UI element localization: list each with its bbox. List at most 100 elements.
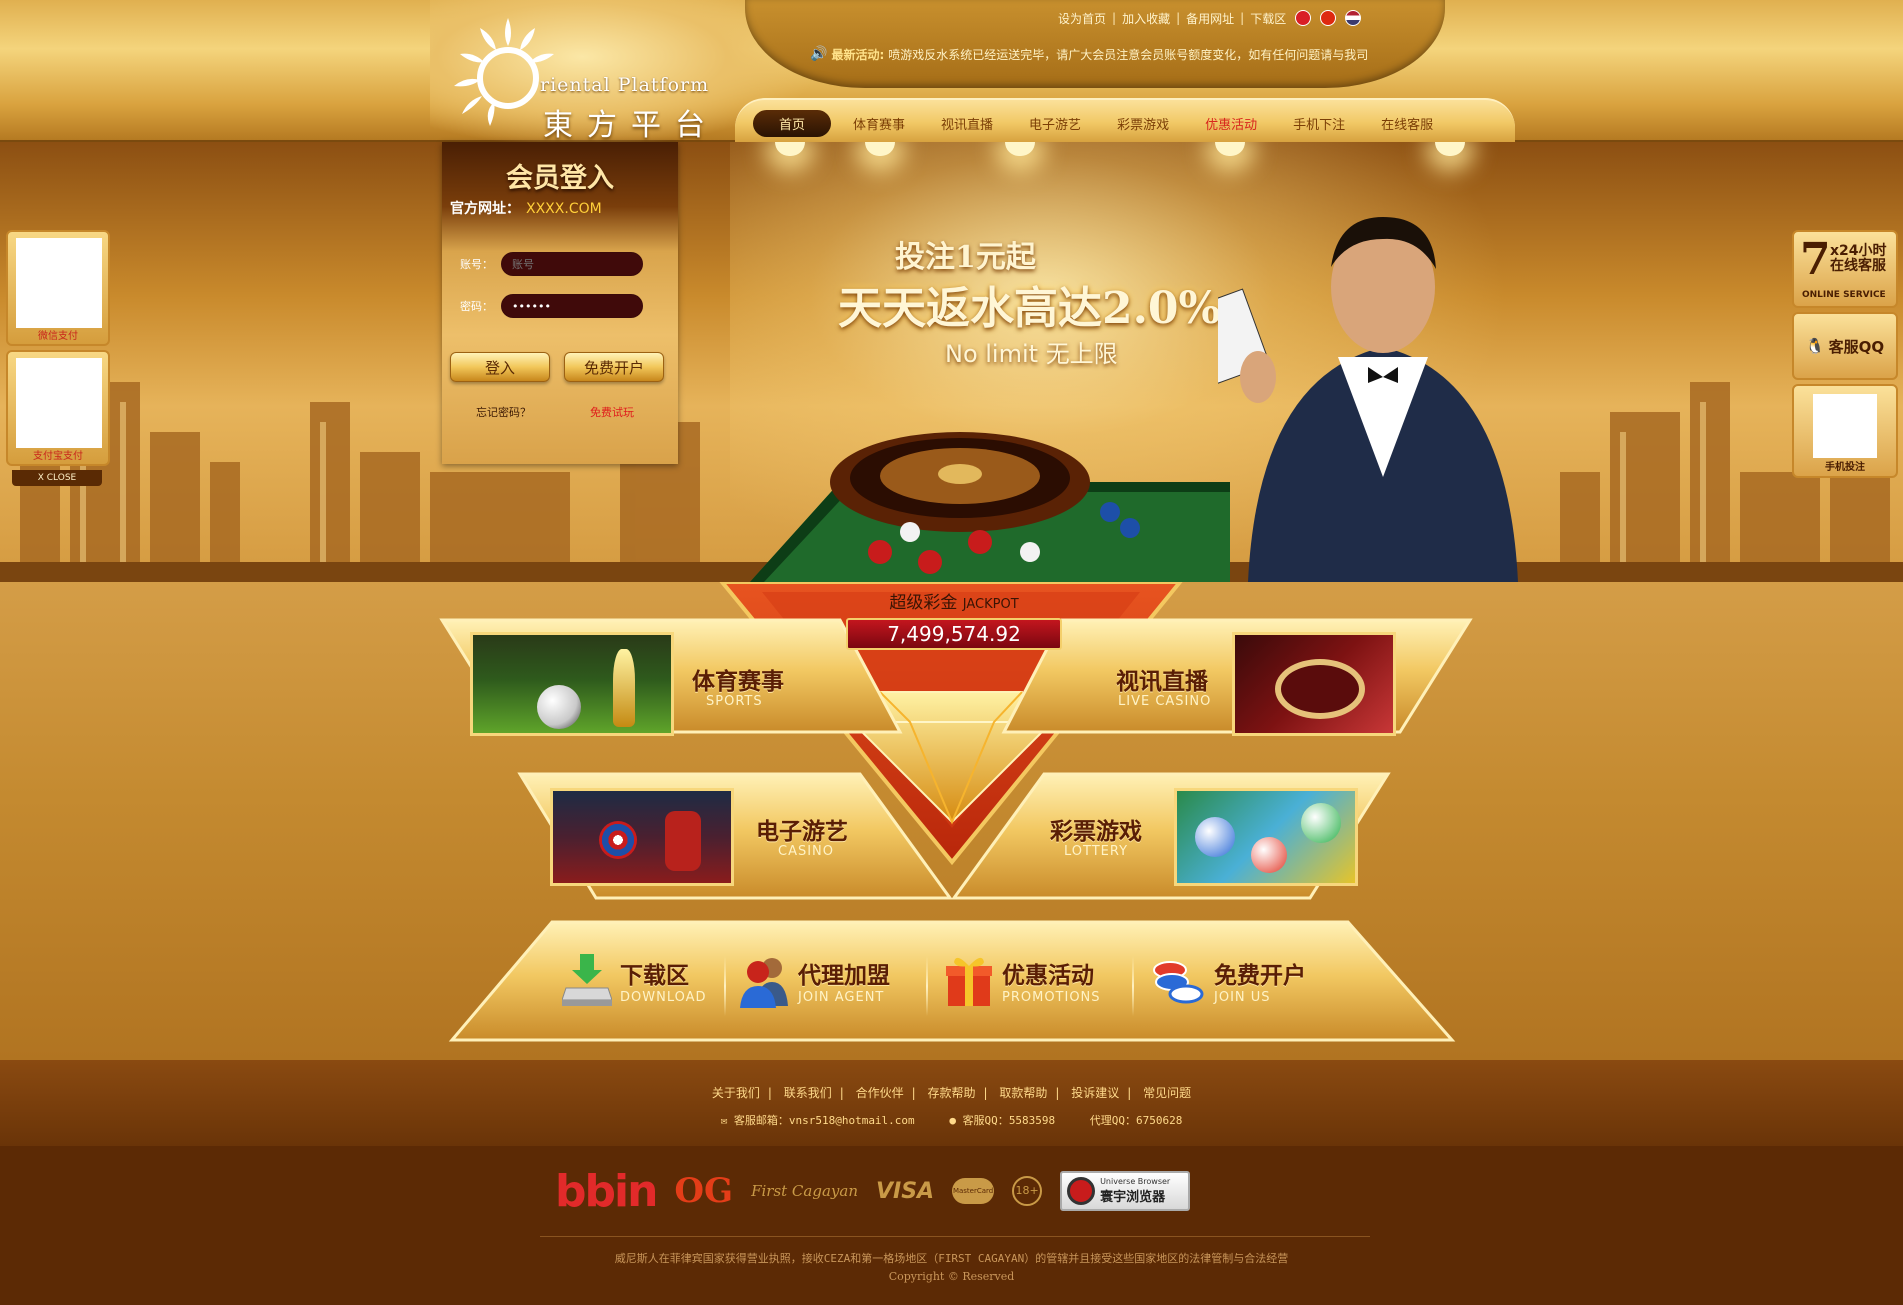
footer-bottom: bbin OG First Cagayan VISA MasterCard 18… <box>0 1146 1903 1305</box>
promotions-title: 优惠活动 <box>1002 962 1094 989</box>
free-account-button[interactable]: 免费开户 JOIN US <box>1150 950 1306 1010</box>
nav-promotions[interactable]: 优惠活动 <box>1205 114 1257 137</box>
footer-links: 关于我们 | 联系我们 | 合作伙伴 | 存款帮助 | 取款帮助 | 投诉建议 | 常见问题… <box>0 1060 1903 1146</box>
live-casino-panel[interactable]: 视讯直播 LIVE CASINO <box>1116 632 1446 736</box>
promo-rebate: 天天返水高达2.0% <box>838 283 1221 334</box>
nav-lottery[interactable]: 彩票游戏 <box>1117 114 1169 137</box>
footer-contact-link[interactable]: 联系我们 <box>784 1086 832 1100</box>
footer-partners-link[interactable]: 合作伙伴 <box>856 1086 904 1100</box>
qq-contact-value: 5583598 <box>1008 1114 1056 1127</box>
close-float-button[interactable]: X CLOSE <box>12 470 102 486</box>
browser-en: Universe Browser <box>1100 1177 1171 1186</box>
slots-subtitle: CASINO <box>778 844 835 859</box>
slots-panel[interactable]: 电子游艺 CASINO <box>550 788 890 888</box>
free-account-subtitle: JOIN US <box>1214 989 1271 1005</box>
free-trial-link[interactable]: 免费试玩 <box>590 404 634 420</box>
backup-url-link[interactable]: 备用网址 <box>1186 10 1234 27</box>
sports-panel[interactable]: 体育赛事 SPORTS <box>470 632 870 736</box>
email-value[interactable]: vnsr518@hotmail.com <box>789 1114 915 1127</box>
nav-live-casino[interactable]: 视讯直播 <box>941 114 993 137</box>
download-area-button[interactable]: 下载区 DOWNLOAD <box>562 950 707 1010</box>
free-account-title: 免费开户 <box>1214 962 1306 989</box>
wechat-pay-box[interactable]: 微信支付 <box>6 230 110 346</box>
nav-mobile[interactable]: 手机下注 <box>1293 114 1345 137</box>
nav-home[interactable]: 首页 <box>753 110 832 137</box>
marquee-label: 最新活动: <box>831 47 885 62</box>
online-service-box[interactable]: 7 x24小时 在线客服 ONLINE SERVICE <box>1792 230 1898 308</box>
lottery-ball-icon <box>1195 817 1235 857</box>
logo-chinese-text: 東方平台 <box>543 108 719 143</box>
jackpot-box: 超级彩金 JACKPOT 7,499,574.92 <box>820 582 1088 662</box>
mobile-qr-code <box>1813 394 1877 458</box>
us-flag-icon[interactable] <box>1345 10 1362 26</box>
mobile-qr-box[interactable]: 手机投注 <box>1792 384 1898 478</box>
iron-hero-icon <box>665 811 701 871</box>
footer-deposit-help-link[interactable]: 存款帮助 <box>927 1086 975 1100</box>
download-text: 下载区 DOWNLOAD <box>620 956 707 1005</box>
email-contact: ✉ 客服邮箱：vnsr518@hotmail.com <box>721 1114 922 1127</box>
promotions-button[interactable]: 优惠活动 PROMOTIONS <box>944 950 1101 1010</box>
marquee-text: 喷游戏反水系统已经运送完毕，请广大会员注意会员账号额度变化，如有任何问题请与我司 <box>888 47 1369 62</box>
site-label: 官方网址： <box>450 201 520 217</box>
agent-subtitle: JOIN AGENT <box>798 989 885 1005</box>
qq-contact: ● 客服QQ：5583598 <box>949 1114 1061 1127</box>
shield-icon <box>599 821 637 859</box>
download-title: 下载区 <box>620 962 689 989</box>
footer-complaints-link[interactable]: 投诉建议 <box>1071 1086 1119 1100</box>
register-button[interactable]: 免费开户 <box>564 352 664 382</box>
alipay-box[interactable]: 支付宝支付 <box>6 350 110 466</box>
qq-icon: ● <box>949 1114 956 1127</box>
forgot-password-link[interactable]: 忘记密码？ <box>476 404 531 420</box>
qq-label: 客服QQ <box>1828 337 1885 356</box>
password-row: 密码： <box>460 294 643 318</box>
download-icon <box>562 954 612 1006</box>
login-panel: 会员登入 官方网址： XXXX.COM 账号： 密码： 登入 免费开户 忘记密码？… <box>442 142 678 464</box>
sports-thumbnail <box>470 632 674 736</box>
set-homepage-link[interactable]: 设为首页 <box>1058 10 1106 27</box>
add-favorite-link[interactable]: 加入收藏 <box>1122 10 1170 27</box>
site-logo[interactable]: riental Platform 東方平台 <box>450 10 720 143</box>
qq-penguin-icon: 🐧 <box>1805 337 1825 355</box>
sports-title: 体育赛事 <box>692 669 784 695</box>
footer-withdraw-help-link[interactable]: 取款帮助 <box>999 1086 1047 1100</box>
password-input[interactable] <box>501 294 643 318</box>
hk-flag-icon[interactable] <box>1295 10 1312 26</box>
promotions-subtitle: PROMOTIONS <box>1002 989 1101 1005</box>
live-casino-thumbnail <box>1232 632 1396 736</box>
service-hours: x24小时 在线客服 <box>1830 243 1887 275</box>
lottery-ball-icon <box>1301 803 1341 843</box>
universe-browser-button[interactable]: Universe Browser 寰宇浏览器 <box>1060 1171 1191 1211</box>
password-label: 密码： <box>460 300 493 313</box>
download-subtitle: DOWNLOAD <box>620 989 707 1005</box>
hero-banner: 投注1元起 天天返水高达2.0% No limit 无上限 <box>0 142 1903 582</box>
footer-about-link[interactable]: 关于我们 <box>712 1086 760 1100</box>
live-casino-title: 视讯直播 <box>1116 669 1208 695</box>
footer-faq-link[interactable]: 常见问题 <box>1143 1086 1191 1100</box>
customer-qq-button[interactable]: 🐧 客服QQ <box>1792 312 1898 380</box>
nav-sports[interactable]: 体育赛事 <box>853 114 905 137</box>
promotions-text: 优惠活动 PROMOTIONS <box>1002 956 1101 1005</box>
seven-digit: 7 <box>1800 234 1831 285</box>
wechat-pay-label: 微信支付 <box>38 331 78 342</box>
lottery-subtitle: LOTTERY <box>1064 844 1129 859</box>
login-button[interactable]: 登入 <box>450 352 550 382</box>
email-label: 客服邮箱： <box>733 1114 789 1127</box>
mastercard-logo: MasterCard <box>952 1178 995 1204</box>
online-service-en: ONLINE SERVICE <box>1802 290 1886 300</box>
football-icon <box>537 685 581 729</box>
jackpot-label-en: JACKPOT <box>962 597 1019 612</box>
header: 设为首页 | 加入收藏 | 备用网址 | 下载区 🔊 最新活动: 喷游戏反水系统… <box>0 0 1903 143</box>
nav-online-service[interactable]: 在线客服 <box>1381 114 1433 137</box>
download-link[interactable]: 下载区 <box>1250 10 1286 27</box>
nav-slots[interactable]: 电子游艺 <box>1029 114 1081 137</box>
gift-box-icon <box>946 957 992 1006</box>
cn-flag-icon[interactable] <box>1320 10 1337 26</box>
page: 设为首页 | 加入收藏 | 备用网址 | 下载区 🔊 最新活动: 喷游戏反水系统… <box>0 0 1903 1305</box>
lottery-panel[interactable]: 彩票游戏 LOTTERY <box>1050 788 1380 888</box>
casino-chips-icon <box>1153 961 1204 1004</box>
agent-title: 代理加盟 <box>798 962 890 989</box>
join-agent-button[interactable]: 代理加盟 JOIN AGENT <box>740 950 890 1010</box>
account-input[interactable] <box>501 252 643 276</box>
divider <box>724 956 726 1016</box>
bbin-logo: bbin <box>555 1165 658 1217</box>
